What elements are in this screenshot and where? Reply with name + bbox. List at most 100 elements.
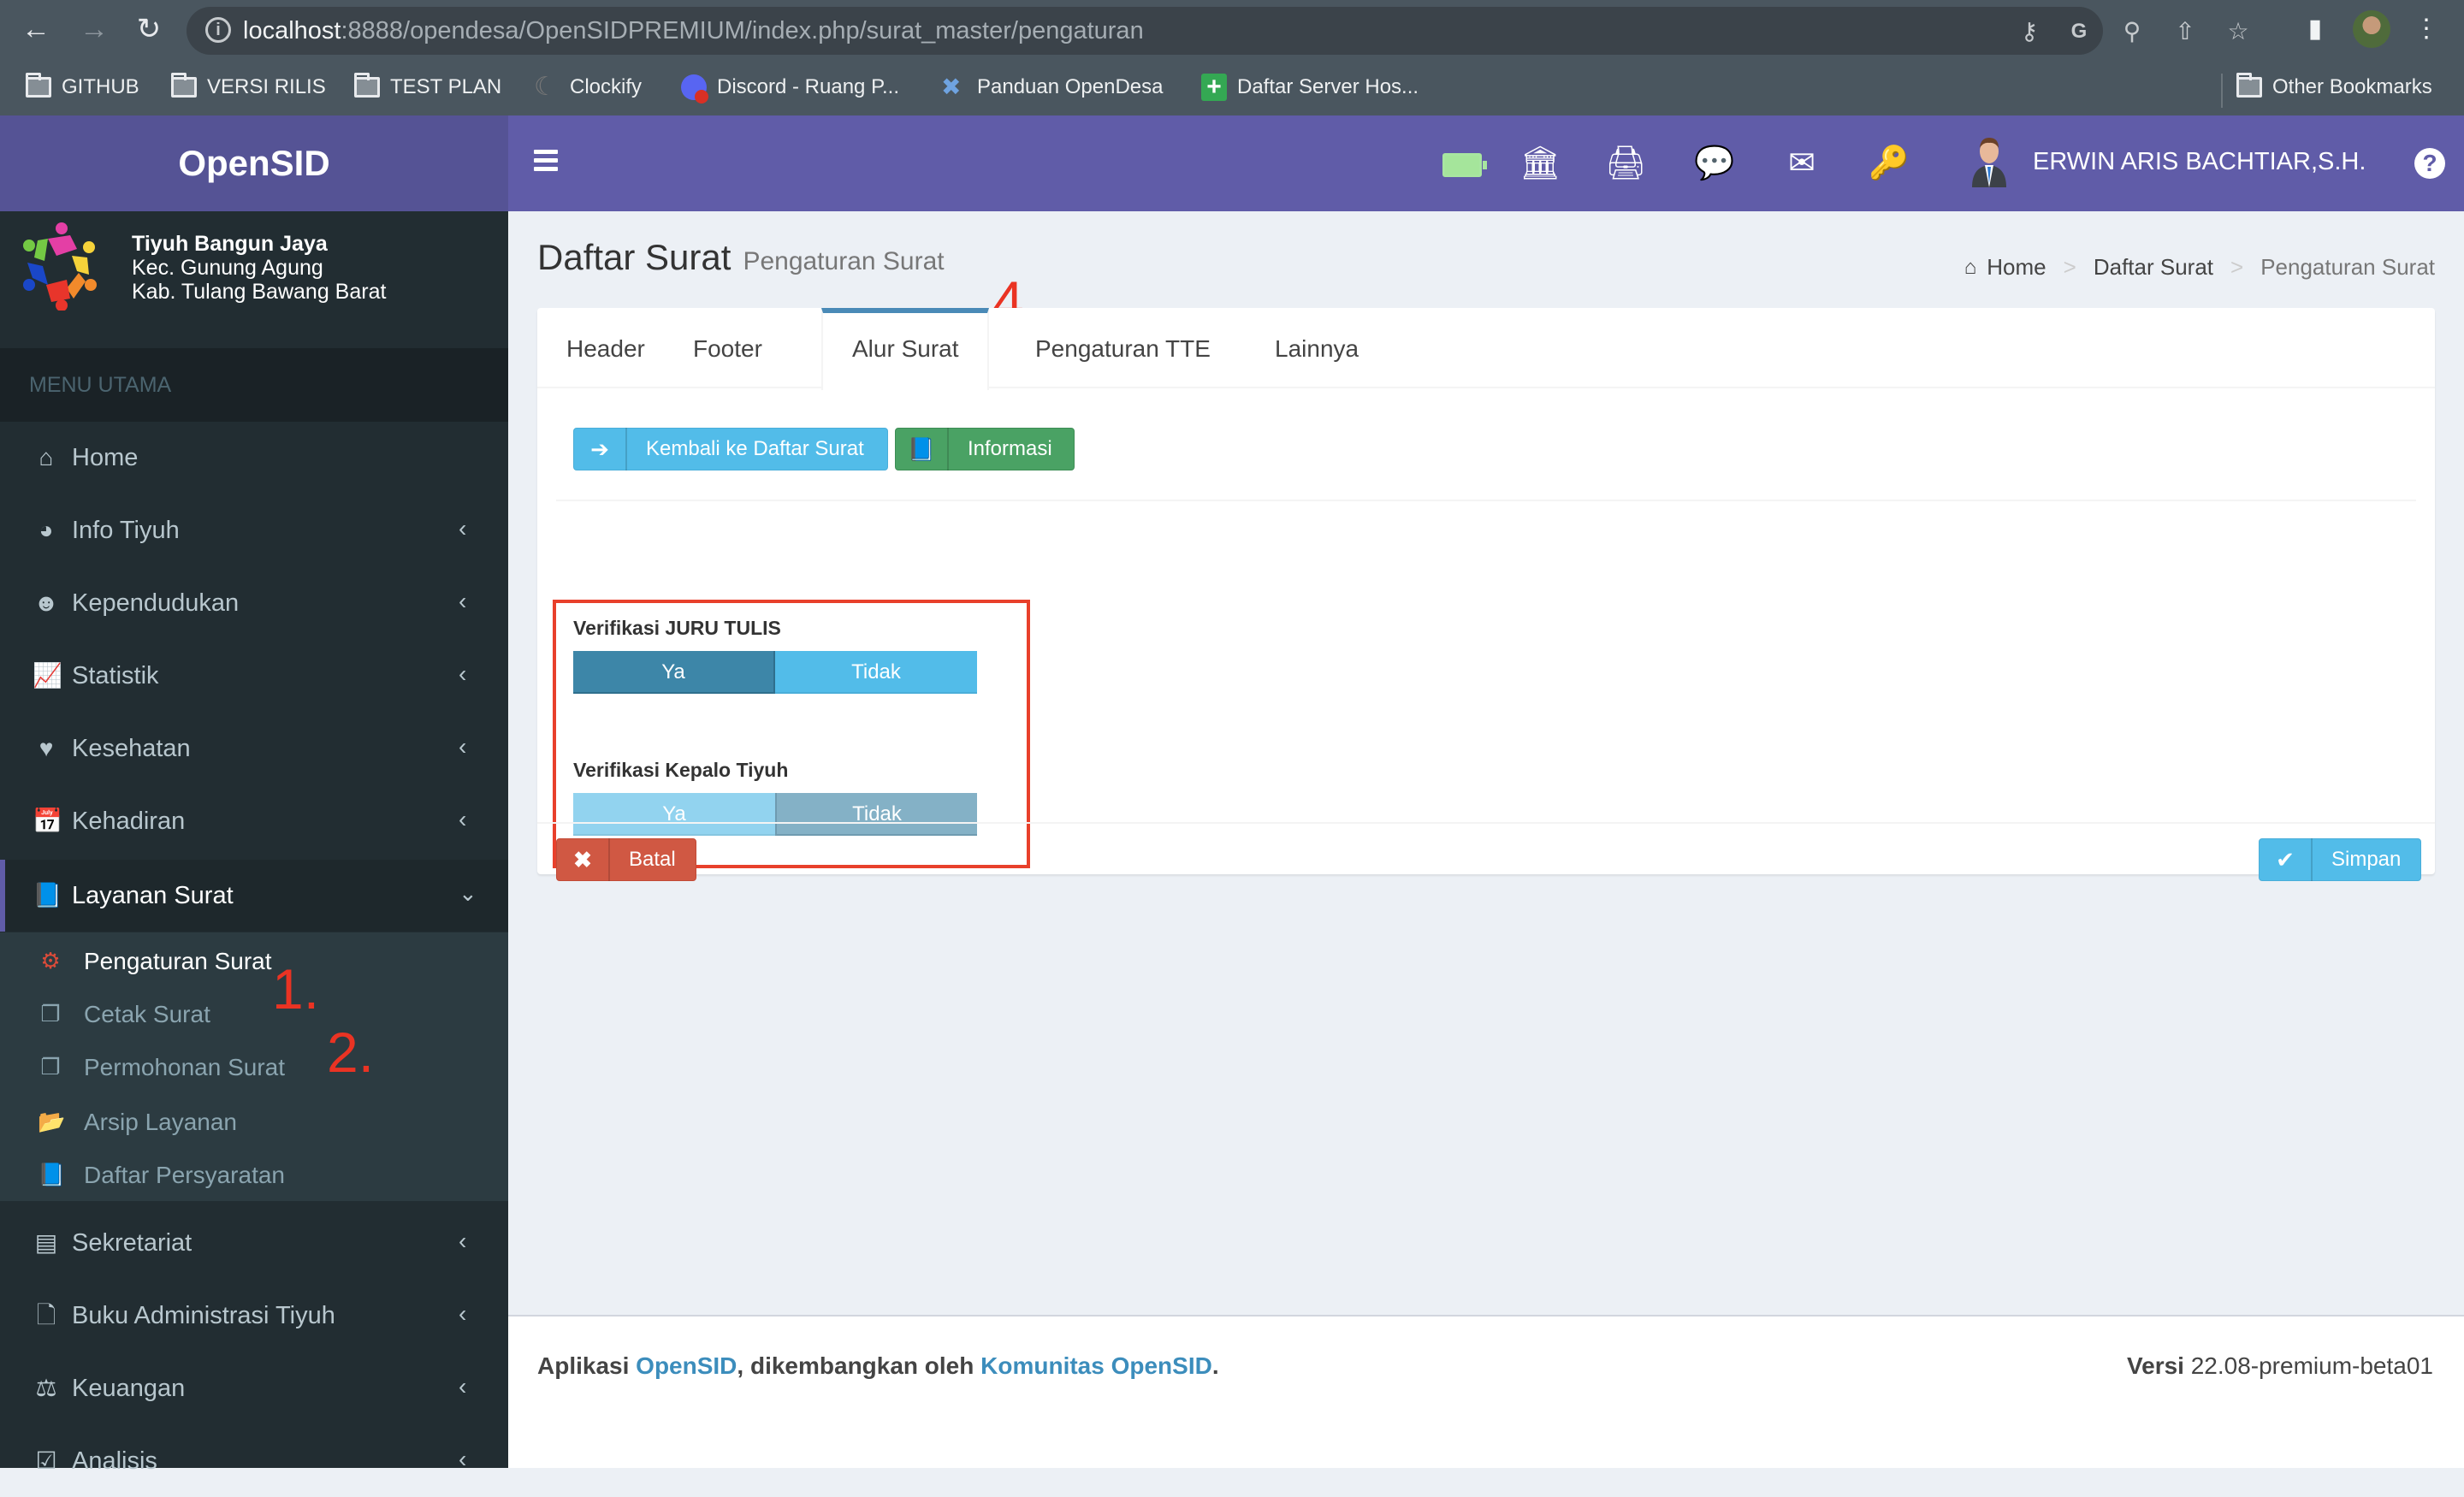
- bookmark-label: GITHUB: [62, 75, 139, 98]
- page-footer: Aplikasi OpenSID, dikembangkan oleh Komu…: [508, 1315, 2464, 1468]
- bookmark-label: Other Bookmarks: [2272, 75, 2432, 98]
- button-label: Informasi: [968, 437, 1052, 460]
- home-icon: ⌂: [1964, 255, 1977, 279]
- other-bookmarks[interactable]: Other Bookmarks: [2236, 70, 2432, 104]
- sidebar-item-info-tiyuh[interactable]: ◕ Info Tiyuh ‹: [0, 494, 508, 566]
- bookmark-label: Discord - Ruang P...: [717, 75, 899, 98]
- sidebar-item-kehadiran[interactable]: 📅 Kehadiran ‹: [0, 785, 508, 857]
- breadcrumb-home[interactable]: Home: [1987, 254, 2046, 281]
- zoom-icon[interactable]: ⚲: [2117, 19, 2147, 44]
- bookmark-test-plan[interactable]: TEST PLAN: [354, 70, 501, 104]
- print-icon[interactable]: 🖨: [1605, 143, 1646, 184]
- help-icon[interactable]: ?: [2414, 148, 2445, 179]
- folder-icon: [2236, 73, 2262, 98]
- back-arrow-icon[interactable]: ←: [19, 12, 53, 46]
- bank-icon[interactable]: 🏛: [1519, 143, 1561, 184]
- key-icon[interactable]: ⚷: [2014, 19, 2045, 44]
- folder-open-icon: 📂: [38, 1109, 66, 1134]
- tab-lainnya[interactable]: Lainnya: [1246, 308, 1388, 390]
- url-host: localhost: [243, 17, 341, 44]
- check-square-icon: ☑: [35, 1447, 57, 1474]
- comment-icon[interactable]: 💬: [1694, 143, 1735, 184]
- profile-avatar[interactable]: [2353, 10, 2390, 48]
- bookmark-star-icon[interactable]: ☆: [2223, 19, 2254, 44]
- brand-text: OpenSID: [178, 143, 330, 183]
- village-name: Tiyuh Bangun Jaya: [132, 232, 328, 256]
- sidebar-item-label: Buku Administrasi Tiyuh: [72, 1302, 335, 1329]
- back-to-list-button[interactable]: ➔ Kembali ke Daftar Surat: [573, 428, 888, 470]
- footer-credits: Aplikasi OpenSID, dikembangkan oleh Komu…: [537, 1352, 1219, 1380]
- archive-icon: ▤: [34, 1229, 58, 1256]
- field-label-juru-tulis: Verifikasi JURU TULIS: [573, 617, 781, 639]
- sidebar-item-home[interactable]: ⌂ Home: [0, 422, 508, 494]
- brand-logo[interactable]: OpenSID: [0, 115, 508, 211]
- sidebar-item-keuangan[interactable]: ⚖ Keuangan ‹: [0, 1352, 508, 1424]
- submenu-item-pengaturan-surat[interactable]: ⚙ Pengaturan Surat: [0, 934, 508, 987]
- save-button[interactable]: ✔ Simpan: [2259, 838, 2421, 881]
- battery-icon[interactable]: [1442, 153, 1487, 177]
- bookmark-clockify[interactable]: ☾ Clockify: [534, 70, 642, 104]
- opendesa-icon: ✖: [941, 74, 962, 100]
- sidebar-item-statistik[interactable]: 📈 Statistik ‹: [0, 640, 508, 712]
- submenu-item-arsip-layanan[interactable]: 📂 Arsip Layanan: [0, 1095, 508, 1148]
- sidebar-item-label: Kehadiran: [72, 808, 186, 835]
- sidebar-item-kependudukan[interactable]: ☻ Kependudukan ‹: [0, 567, 508, 639]
- bookmark-panduan-opendesa[interactable]: ✖ Panduan OpenDesa: [941, 70, 1164, 104]
- tab-pengaturan-tte[interactable]: Pengaturan TTE: [1006, 308, 1240, 390]
- url-text[interactable]: localhost:8888/opendesa/OpenSIDPREMIUM/i…: [243, 17, 1144, 45]
- submenu-item-label: Pengaturan Surat: [84, 948, 272, 974]
- sidebar-item-sekretariat[interactable]: ▤ Sekretariat ‹: [0, 1207, 508, 1279]
- bookmark-discord[interactable]: Discord - Ruang P...: [681, 70, 899, 104]
- submenu-item-permohonan-surat[interactable]: ❐ Permohonan Surat: [0, 1040, 508, 1093]
- sidebar: Tiyuh Bangun Jaya Kec. Gunung Agung Kab.…: [0, 211, 508, 1475]
- submenu-item-cetak-surat[interactable]: ❐ Cetak Surat: [0, 987, 508, 1040]
- komunitas-link[interactable]: Komunitas OpenSID: [980, 1352, 1212, 1379]
- sidebar-item-label: Layanan Surat: [72, 882, 234, 909]
- submenu-item-label: Permohonan Surat: [84, 1054, 286, 1080]
- site-info-icon[interactable]: i: [205, 17, 231, 43]
- submenu-item-daftar-persyaratan[interactable]: 📘 Daftar Persyaratan: [0, 1148, 508, 1201]
- envelope-icon[interactable]: ✉: [1781, 143, 1822, 184]
- village-regency: Kab. Tulang Bawang Barat: [132, 280, 387, 304]
- bookmark-versi-rilis[interactable]: VERSI RILIS: [171, 70, 326, 104]
- users-icon: ☻: [33, 589, 59, 616]
- tab-footer[interactable]: Footer: [664, 308, 791, 390]
- breadcrumb-daftar-surat[interactable]: Daftar Surat: [2094, 254, 2213, 281]
- annotation-step-1: 1.: [272, 957, 320, 1021]
- share-icon[interactable]: ⇧: [2170, 19, 2200, 44]
- opensid-link[interactable]: OpenSID: [636, 1352, 737, 1379]
- bookmark-label: Panduan OpenDesa: [977, 75, 1164, 98]
- bookmark-github[interactable]: GITHUB: [26, 70, 139, 104]
- tab-header[interactable]: Header: [537, 308, 674, 390]
- book-icon: 📘: [33, 882, 62, 908]
- translate-icon[interactable]: G: [2064, 19, 2094, 44]
- chevron-left-icon: ‹: [459, 1228, 467, 1254]
- sidebar-item-label: Home: [72, 444, 139, 471]
- side-panel-icon[interactable]: ▮: [2298, 12, 2332, 46]
- user-avatar[interactable]: [1968, 134, 2011, 187]
- forward-arrow-icon[interactable]: →: [77, 12, 111, 46]
- sidebar-item-analisis[interactable]: ☑ Analisis ‹: [0, 1425, 508, 1497]
- sidebar-toggle-icon[interactable]: [534, 150, 558, 172]
- submenu-item-label: Arsip Layanan: [84, 1109, 238, 1135]
- reload-icon[interactable]: ↻: [132, 12, 166, 46]
- sidebar-item-buku-administrasi[interactable]: 🗋 Buku Administrasi Tiyuh ‹: [0, 1280, 508, 1352]
- cancel-button[interactable]: ✖ Batal: [556, 838, 696, 881]
- information-button[interactable]: 📘 Informasi: [895, 428, 1075, 470]
- option-tidak[interactable]: Tidak: [775, 651, 977, 694]
- tab-bar: Header Footer Alur Surat Pengaturan TTE …: [537, 308, 2435, 390]
- key-icon[interactable]: 🔑: [1869, 143, 1910, 184]
- chevron-left-icon: ‹: [459, 806, 467, 832]
- sidebar-item-kesehatan[interactable]: ♥ Kesehatan ‹: [0, 713, 508, 784]
- bookmark-label: TEST PLAN: [390, 75, 502, 98]
- menu-kebab-icon[interactable]: ⋮: [2409, 12, 2443, 46]
- option-ya-selected[interactable]: Ya: [573, 651, 775, 694]
- tab-alur-surat[interactable]: Alur Surat: [821, 308, 989, 390]
- address-bar[interactable]: i localhost:8888/opendesa/OpenSIDPREMIUM…: [187, 7, 2249, 55]
- bookmark-daftar-server[interactable]: + Daftar Server Hos...: [1201, 70, 1419, 104]
- balance-scale-icon: ⚖: [35, 1375, 57, 1401]
- user-name[interactable]: ERWIN ARIS BACHTIAR,S.H.: [2033, 148, 2366, 176]
- bookmark-label: VERSI RILIS: [207, 75, 326, 98]
- sidebar-item-layanan-surat[interactable]: 📘 Layanan Surat ⌄: [0, 860, 508, 932]
- sidebar-item-label: Statistik: [72, 662, 159, 689]
